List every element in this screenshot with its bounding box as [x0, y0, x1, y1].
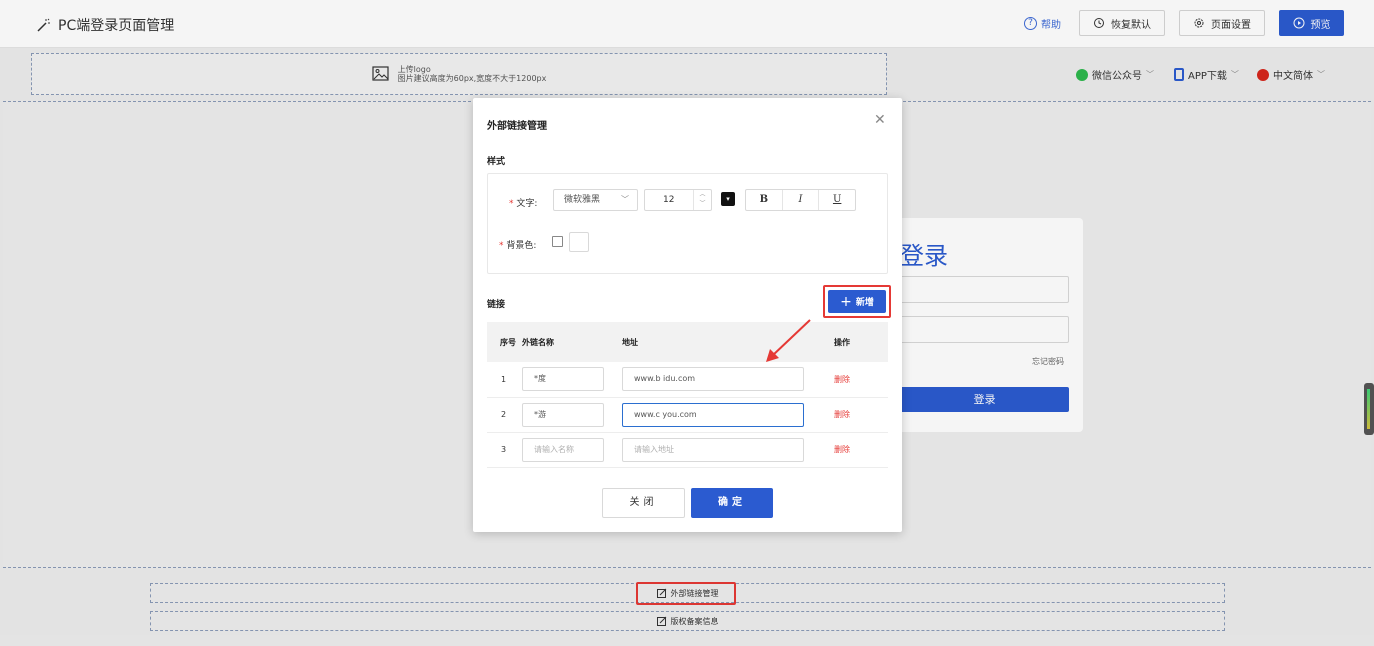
table-row: 1 *度 www.b idu.com 删除	[487, 362, 888, 398]
italic-button[interactable]: I	[783, 190, 820, 210]
link-address-input[interactable]: 请输入地址	[622, 437, 804, 462]
bg-color-checkbox[interactable]	[552, 236, 563, 247]
text-style-label: * 文字:	[509, 199, 538, 209]
link-address-input[interactable]: www.b idu.com	[622, 367, 804, 392]
text-format-group: B I U	[745, 189, 856, 211]
confirm-button[interactable]: 确定	[691, 488, 773, 518]
modal-title: 外部链接管理	[487, 121, 547, 132]
bold-button[interactable]: B	[746, 190, 783, 210]
style-section-label: 样式	[487, 157, 506, 167]
link-name-input[interactable]: *游	[522, 402, 604, 427]
external-links-modal: 外部链接管理 ✕ 样式 * 文字: 微软雅黑 ﹀ 12 ︿ ﹀ ▾ B I U *…	[473, 98, 902, 532]
close-icon[interactable]: ✕	[874, 112, 886, 128]
bg-color-label: * 背景色:	[499, 241, 537, 251]
links-section-label: 链接	[487, 300, 506, 310]
underline-button[interactable]: U	[819, 190, 855, 210]
bg-color-picker[interactable]	[569, 232, 589, 252]
col-index: 序号	[500, 337, 516, 347]
link-name-input[interactable]: *度	[522, 367, 604, 392]
delete-link-button[interactable]: 删除	[834, 445, 850, 454]
row-index: 1	[487, 362, 522, 398]
table-row: 3 请输入名称 请输入地址 删除	[487, 432, 888, 468]
table-row: 2 *游 www.c you.com 删除	[487, 397, 888, 433]
font-size-value: 12	[663, 195, 675, 205]
col-name: 外链名称	[522, 337, 554, 347]
chevron-down-icon: ﹀	[621, 195, 629, 204]
row-index: 2	[487, 397, 522, 433]
link-name-input[interactable]: 请输入名称	[522, 437, 604, 462]
annotation-arrow-icon	[766, 319, 811, 362]
font-family-value: 微软雅黑	[564, 195, 601, 205]
col-action: 操作	[834, 337, 850, 347]
font-size-stepper[interactable]: 12 ︿ ﹀	[644, 189, 712, 211]
delete-link-button[interactable]: 删除	[834, 375, 850, 384]
text-color-picker[interactable]: ▾	[721, 192, 735, 206]
link-address-input[interactable]: www.c you.com	[622, 402, 804, 427]
delete-link-button[interactable]: 删除	[834, 410, 850, 419]
highlight-box-add	[823, 285, 891, 318]
row-index: 3	[487, 432, 522, 468]
close-button[interactable]: 关闭	[602, 488, 685, 518]
font-family-select[interactable]: 微软雅黑 ﹀	[553, 189, 638, 211]
stepper-arrows[interactable]: ︿ ﹀	[693, 190, 711, 210]
